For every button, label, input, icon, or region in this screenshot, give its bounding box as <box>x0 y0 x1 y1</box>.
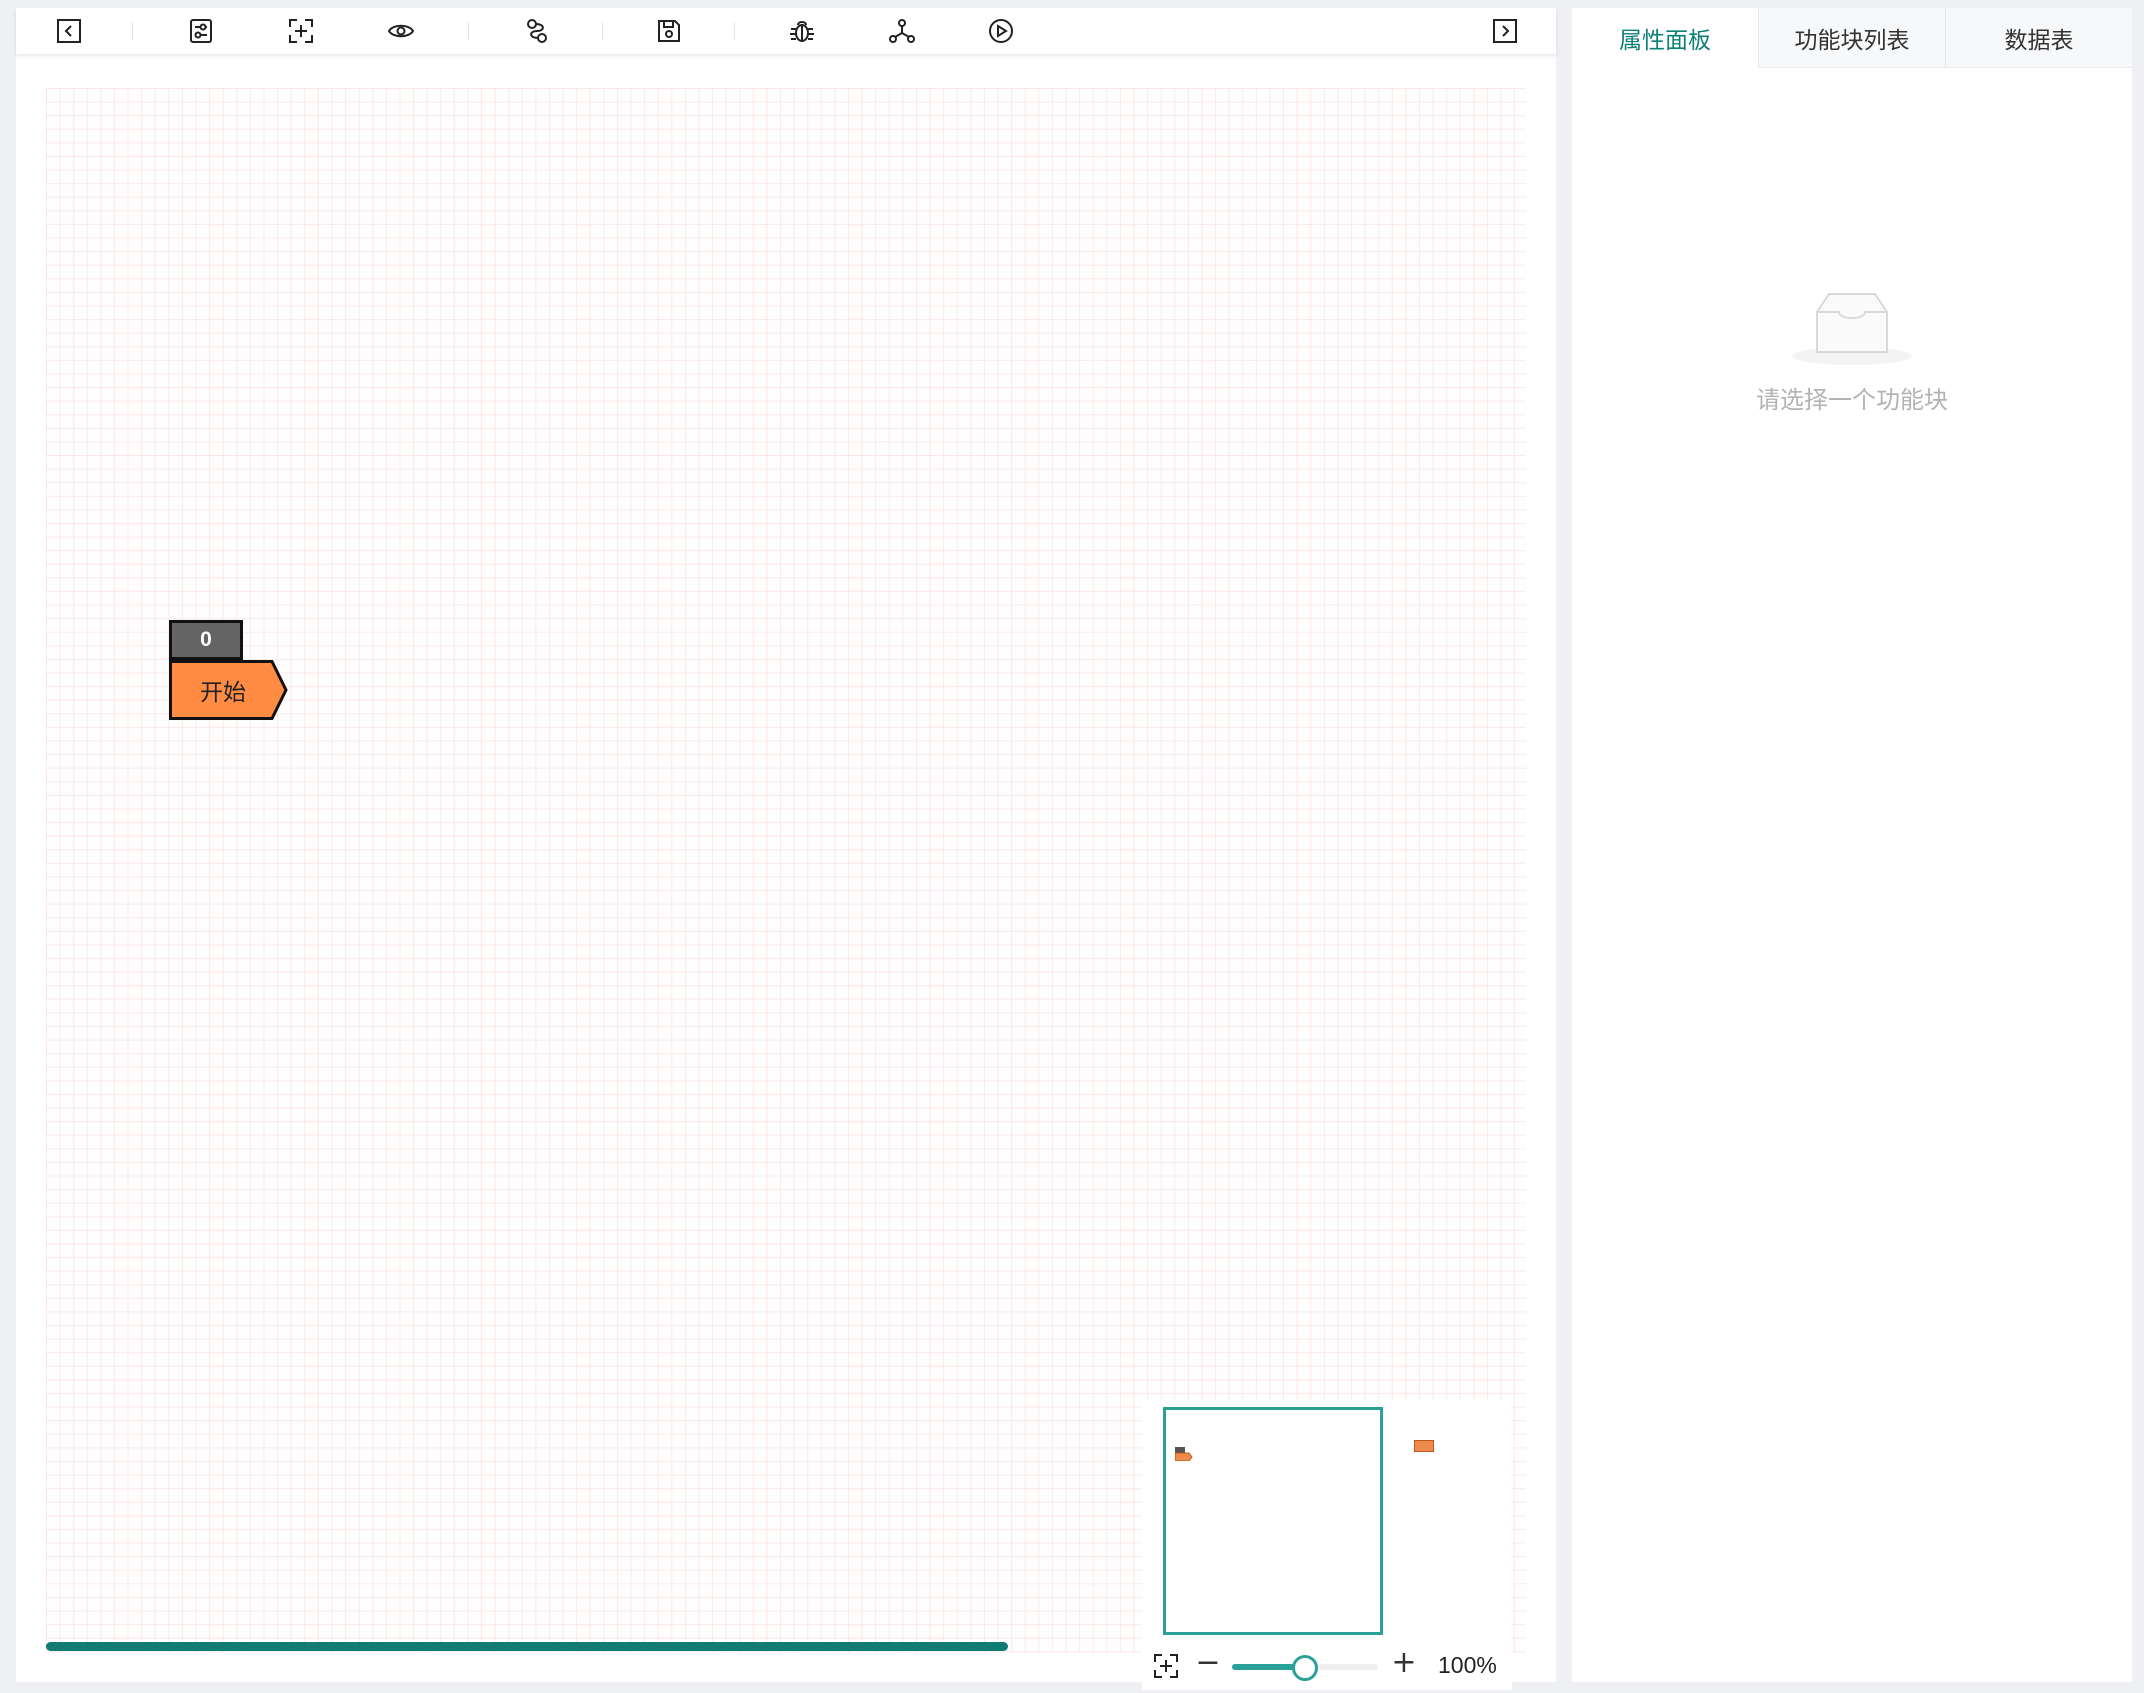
editor-toolbar <box>16 8 1556 54</box>
arrow-right-box-icon <box>1493 19 1517 43</box>
arrow-left-box-icon <box>57 19 81 43</box>
minimap-node <box>1414 1440 1434 1452</box>
link-button[interactable] <box>520 16 554 46</box>
settings-button[interactable] <box>184 16 218 46</box>
panel-tabs: 属性面板 功能块列表 数据表 <box>1572 8 2132 68</box>
sliders-icon <box>190 19 212 43</box>
play-circle-icon <box>989 19 1013 43</box>
bug-icon <box>790 21 814 42</box>
toolbar-divider <box>734 22 735 40</box>
expand-right-button[interactable] <box>1488 16 1522 46</box>
zoom-out-button[interactable]: − <box>1194 1648 1222 1678</box>
fit-screen-icon <box>289 19 313 43</box>
tab-block-list[interactable]: 功能块列表 <box>1759 8 1945 68</box>
link-icon <box>527 19 547 43</box>
toolbar-divider <box>132 22 133 40</box>
save-button[interactable] <box>652 16 686 46</box>
zoom-controls: − + 100% <box>1142 1646 1512 1686</box>
preview-button[interactable] <box>384 16 418 46</box>
block-index-badge: 0 <box>169 620 243 660</box>
zoom-slider-handle[interactable] <box>1292 1655 1318 1681</box>
save-icon <box>658 20 680 42</box>
zoom-in-button[interactable]: + <box>1390 1648 1418 1678</box>
start-block[interactable]: 0 开始 <box>169 620 289 730</box>
run-button[interactable] <box>984 16 1018 46</box>
zoom-slider[interactable] <box>1232 1655 1378 1681</box>
tab-data-table[interactable]: 数据表 <box>1946 8 2132 68</box>
fit-view-button[interactable] <box>284 16 318 46</box>
fit-screen-icon[interactable] <box>1152 1652 1180 1680</box>
side-panel: 属性面板 功能块列表 数据表 请选择一个功能块 <box>1572 8 2132 1682</box>
network-icon <box>889 19 915 43</box>
toolbar-divider <box>602 22 603 40</box>
horizontal-scrollbar[interactable] <box>46 1642 1008 1651</box>
empty-state-text: 请选择一个功能块 <box>1756 386 1948 414</box>
collapse-left-button[interactable] <box>52 16 86 46</box>
empty-state: 请选择一个功能块 <box>1572 288 2132 415</box>
toolbar-divider <box>468 22 469 40</box>
zoom-level: 100% <box>1438 1652 1497 1678</box>
flow-canvas[interactable]: 0 开始 − + 100% <box>46 88 1526 1690</box>
minimap[interactable]: − + 100% <box>1142 1400 1512 1690</box>
minimap-viewport[interactable] <box>1163 1407 1383 1635</box>
flow-editor: 0 开始 − + 100% <box>16 8 1556 1690</box>
eye-icon <box>387 24 415 38</box>
debug-button[interactable] <box>785 16 819 46</box>
empty-inbox-icon <box>1792 293 1912 365</box>
start-block-label: 开始 <box>200 680 246 706</box>
tab-properties[interactable]: 属性面板 <box>1572 8 1758 68</box>
minimap-start-node <box>1175 1447 1193 1461</box>
network-button[interactable] <box>885 16 919 46</box>
